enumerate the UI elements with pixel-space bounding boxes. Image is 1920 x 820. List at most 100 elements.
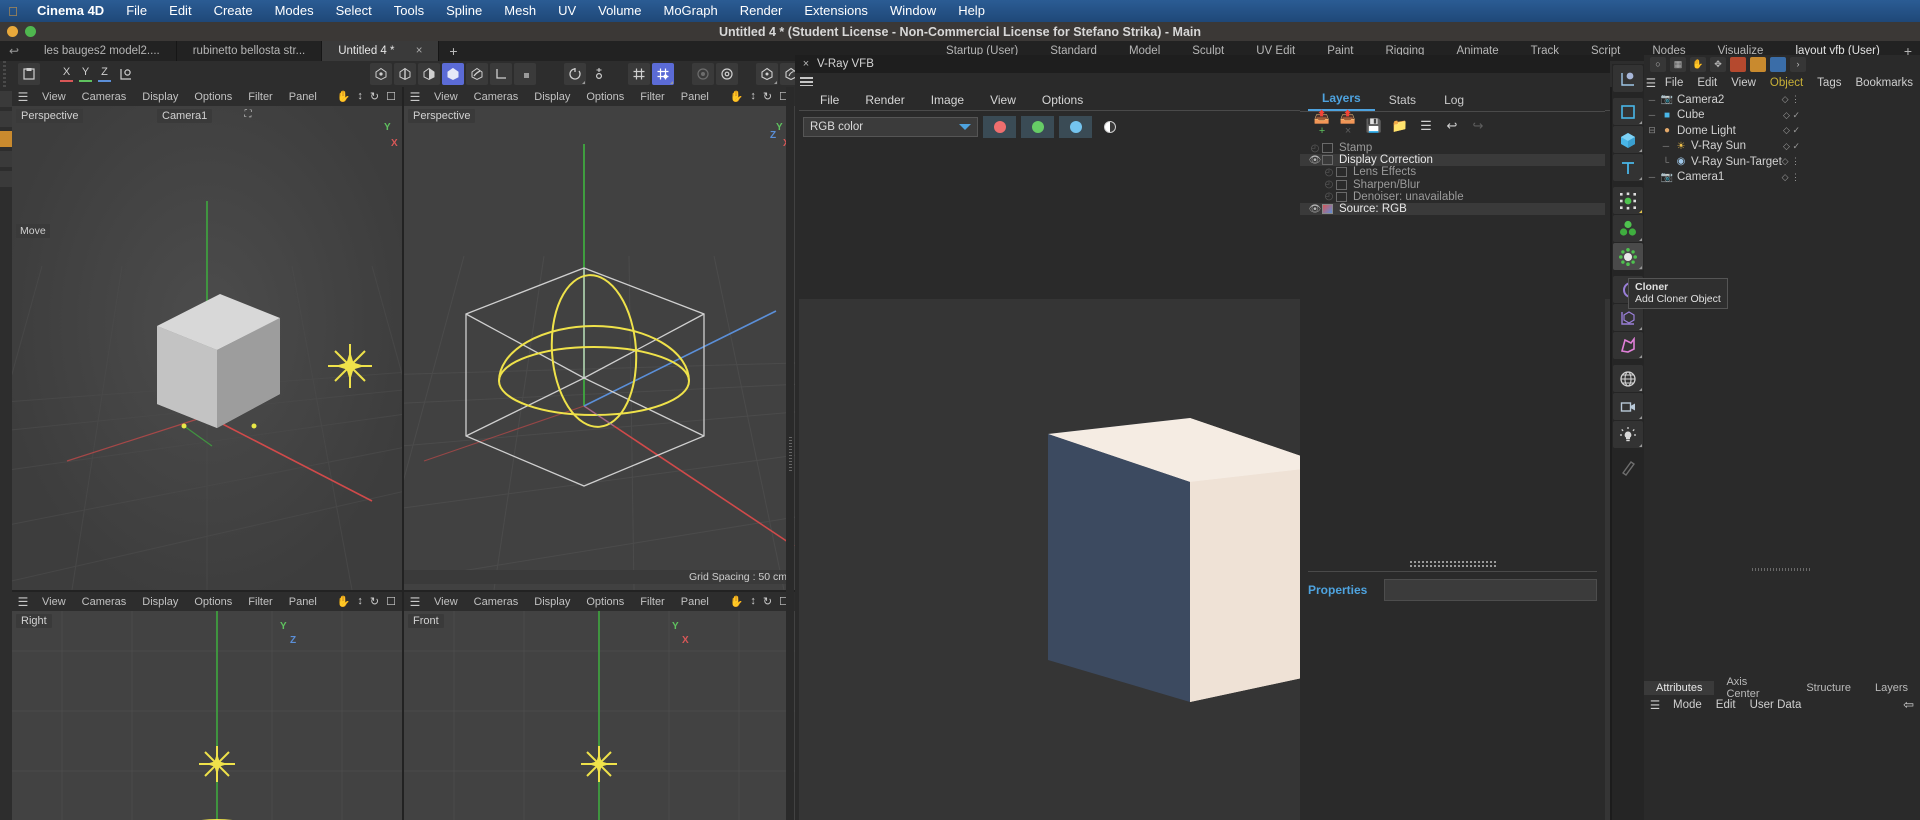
delete-layer-icon[interactable]: 📤× [1338, 109, 1358, 142]
viewport-menu-display[interactable]: Display [134, 596, 186, 608]
object-row-vray-sun[interactable]: ─ ☀ V-Ray Sun ◇ ✓ [1644, 139, 1920, 155]
left-tool-1[interactable] [0, 91, 12, 107]
axis-mode-icon[interactable] [514, 63, 536, 85]
object-row-camera1[interactable]: ─ 📷 Camera1 ◇ ⋮ [1644, 170, 1920, 186]
more-tools-icon[interactable]: › [1790, 57, 1806, 72]
viewport-canvas-tr[interactable]: Perspective Y X Z [404, 106, 795, 590]
menu-item-render[interactable]: Render [729, 0, 794, 22]
red-channel-button[interactable] [983, 116, 1016, 138]
viewport-perspective-wireframe[interactable]: ☰ View Cameras Display Options Filter Pa… [404, 87, 795, 590]
zoom-icon[interactable]: ↕ [357, 595, 363, 608]
layer-row-sharpen-blur[interactable]: ◴ Sharpen/Blur [1300, 179, 1605, 191]
camera-lock-icon[interactable]: ⛶ [237, 109, 259, 120]
key-icon[interactable] [1750, 57, 1766, 72]
zoom-icon[interactable]: ↕ [750, 595, 756, 608]
snap-settings-icon[interactable] [588, 63, 610, 85]
layer-color-icon[interactable] [1770, 57, 1786, 72]
vfb-menu-render[interactable]: Render [852, 93, 917, 107]
grid-snap-icon[interactable] [628, 63, 650, 85]
expand-collapse-icon[interactable]: ⊟ [1644, 125, 1660, 136]
undo-icon[interactable]: ↩ [1442, 118, 1462, 134]
camera-icon[interactable] [1613, 393, 1643, 420]
add-document-button[interactable]: + [439, 43, 467, 59]
viewport-right[interactable]: ☰ View Cameras Display Options Filter Pa… [12, 592, 402, 820]
hand-tool-icon[interactable]: ✋ [1690, 57, 1706, 72]
menu-item-select[interactable]: Select [325, 0, 383, 22]
blue-channel-button[interactable] [1059, 116, 1092, 138]
viewport-menu-cameras[interactable]: Cameras [74, 596, 135, 608]
light-icon[interactable] [1613, 421, 1643, 448]
viewport-menu-view[interactable]: View [34, 91, 74, 103]
add-layer-icon[interactable]: 📤+ [1312, 109, 1332, 142]
viewport-menu-filter[interactable]: Filter [240, 596, 280, 608]
viewport-perspective-camera1[interactable]: ☰ View Cameras Display Options Filter Pa… [12, 87, 402, 590]
menu-item-tools[interactable]: Tools [383, 0, 435, 22]
workplane-mode-icon[interactable] [490, 63, 512, 85]
menu-item-create[interactable]: Create [203, 0, 264, 22]
om-menu-tags[interactable]: Tags [1810, 77, 1848, 89]
viewport-menu-filter[interactable]: Filter [632, 596, 672, 608]
om-menu-file[interactable]: File [1658, 77, 1691, 89]
eye-icon[interactable]: 👁 [1308, 204, 1322, 215]
object-toggles[interactable]: ◇ ⋮ [1782, 156, 1800, 167]
render-settings-icon[interactable] [716, 63, 738, 85]
om-menu-bookmarks[interactable]: Bookmarks [1848, 77, 1920, 89]
object-manager-splitter[interactable] [1644, 563, 1920, 575]
hamburger-icon[interactable]: ☰ [1644, 76, 1658, 90]
world-local-axis-icon[interactable] [115, 63, 137, 85]
save-layers-icon[interactable]: 💾 [1364, 118, 1384, 134]
object-row-dome-light[interactable]: ⊟ ● Dome Light ◇ ✓ [1644, 123, 1920, 139]
menu-item-extensions[interactable]: Extensions [793, 0, 879, 22]
undo-arrow-icon[interactable]: ↩ [0, 44, 28, 58]
viewport-menu-filter[interactable]: Filter [632, 91, 672, 103]
back-arrow-icon[interactable]: ⇦ [1903, 697, 1920, 713]
menu-item-edit[interactable]: Edit [158, 0, 202, 22]
attr-menu-mode[interactable]: Mode [1666, 699, 1709, 711]
object-toggles[interactable]: ◇ ⋮ [1782, 172, 1800, 183]
chevron-down-icon[interactable] [959, 124, 971, 130]
hamburger-icon[interactable]: ☰ [12, 90, 34, 104]
lock-x-axis-button[interactable]: X [58, 63, 75, 85]
record-icon[interactable] [1730, 57, 1746, 72]
left-tool-2[interactable] [0, 111, 12, 127]
channel-select[interactable]: RGB color [803, 117, 978, 137]
menu-item-file[interactable]: File [115, 0, 158, 22]
eye-off-icon[interactable]: ◴ [1322, 191, 1336, 202]
viewport-menu-panel[interactable]: Panel [673, 91, 717, 103]
close-icon[interactable]: × [795, 58, 817, 70]
zoom-icon[interactable]: ↕ [357, 90, 363, 103]
menu-item-window[interactable]: Window [879, 0, 947, 22]
green-channel-button[interactable] [1021, 116, 1054, 138]
om-menu-object[interactable]: Object [1763, 77, 1810, 89]
object-toggles[interactable]: ◇ ✓ [1783, 141, 1800, 152]
viewport-menu-options[interactable]: Options [186, 596, 240, 608]
viewport-menu-display[interactable]: Display [134, 91, 186, 103]
maximize-icon[interactable]: ☐ [386, 595, 396, 608]
object-toggles[interactable]: ◇ ✓ [1783, 125, 1800, 136]
array-object-icon[interactable] [1613, 187, 1643, 214]
viewport-menu-panel[interactable]: Panel [281, 91, 325, 103]
vfb-menu-file[interactable]: File [807, 93, 852, 107]
om-menu-edit[interactable]: Edit [1690, 77, 1724, 89]
hamburger-icon[interactable]: ☰ [12, 595, 34, 609]
load-layers-icon[interactable]: 📁 [1390, 118, 1410, 134]
tab-attributes[interactable]: Attributes [1644, 681, 1714, 695]
layer-presets-icon[interactable]: ☰ [1416, 118, 1436, 134]
pan-icon[interactable]: ✋ [337, 595, 351, 608]
menu-item-uv[interactable]: UV [547, 0, 587, 22]
point-mode-icon[interactable] [370, 63, 392, 85]
eye-off-icon[interactable]: ◴ [1322, 179, 1336, 190]
render-view-icon[interactable] [692, 63, 714, 85]
viewport-menu-display[interactable]: Display [526, 91, 578, 103]
layer-row-display-correction[interactable]: 👁 Display Correction [1300, 154, 1605, 166]
menu-item-modes[interactable]: Modes [264, 0, 325, 22]
environment-globe-icon[interactable] [1613, 365, 1643, 392]
toolbar-grip[interactable] [0, 61, 9, 87]
viewport-menu-view[interactable]: View [426, 91, 466, 103]
hamburger-icon[interactable]: ☰ [1644, 698, 1666, 712]
pan-icon[interactable]: ✋ [730, 595, 744, 608]
om-menu-view[interactable]: View [1724, 77, 1763, 89]
eye-off-icon[interactable]: ◴ [1308, 143, 1322, 154]
viewport-camera-tl[interactable]: Camera1 [157, 109, 212, 123]
menu-item-cinema4d[interactable]: Cinema 4D [26, 0, 115, 22]
